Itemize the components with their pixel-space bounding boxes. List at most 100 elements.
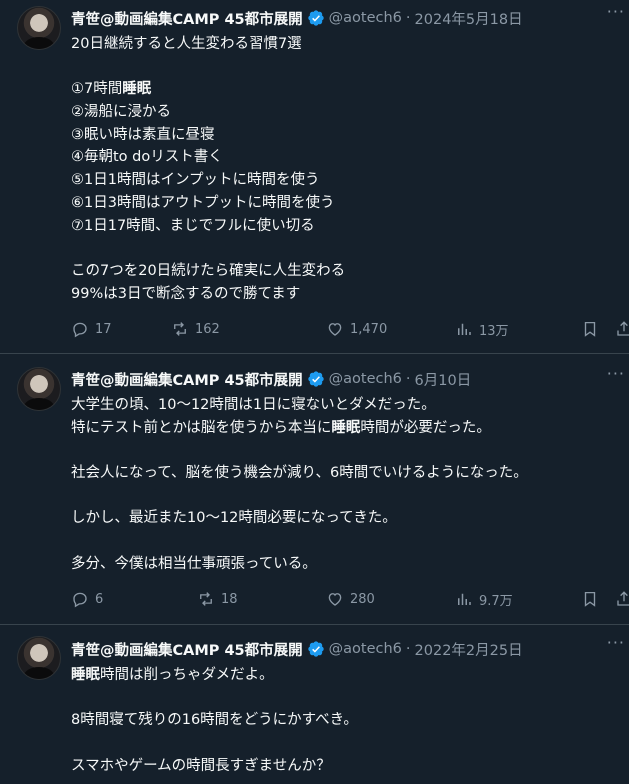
- text-segment: この7つを20日続けたら確実に人生変わる: [71, 262, 346, 279]
- text-segment: しかし、最近また10〜12時間必要になってきた。: [71, 510, 397, 527]
- author-handle[interactable]: @aotech6: [329, 10, 402, 26]
- reply-button[interactable]: 6: [71, 590, 103, 608]
- share-button[interactable]: [615, 590, 629, 608]
- more-icon[interactable]: ···: [607, 633, 625, 652]
- like-count: 280: [350, 591, 375, 607]
- retweet-button[interactable]: 162: [171, 320, 220, 338]
- text-segment: 20日継続すると人生変わる習慣7選: [71, 36, 302, 52]
- like-button[interactable]: 280: [326, 590, 375, 608]
- views-icon: [458, 593, 471, 605]
- text-line: 大学生の頃、10〜12時間は1日に寝ないとダメだった。: [71, 394, 616, 417]
- text-segment: ③眠い時は素直に昼寝: [71, 126, 215, 143]
- tweet[interactable]: 青笹@動画編集CAMP 45都市展開 @aotech6 · 2024年5月18日…: [0, 0, 629, 354]
- text-line: 睡眠時間は削っちゃダメだよ。: [71, 664, 616, 687]
- text-segment: ⑥1日3時間はアウトプットに時間を使う: [71, 194, 335, 211]
- text-line: 社会人になって、脳を使う機会が減り、6時間でいけるようになった。: [71, 462, 616, 485]
- reply-count: 6: [95, 591, 104, 607]
- verified-badge-icon: [307, 371, 324, 387]
- text-line: スマホやゲームの時間長すぎませんか？: [71, 755, 616, 778]
- verified-badge-icon: [307, 641, 324, 657]
- text-segment: ④毎朝to doリスト書く: [71, 149, 223, 166]
- bookmark-button[interactable]: [581, 590, 599, 608]
- avatar[interactable]: [17, 367, 61, 411]
- text-line: 20日継続すると人生変わる習慣7選: [71, 33, 616, 56]
- verified-badge-icon: [307, 10, 324, 26]
- tweet-text: 20日継続すると人生変わる習慣7選 ①7時間睡眠 ②湯船に浸かる ③眠い時は素直…: [71, 33, 616, 305]
- share-icon: [617, 321, 629, 336]
- like-icon: [328, 593, 342, 606]
- text-segment: 社会人になって、脳を使う機会が減り、6時間でいけるようになった。: [71, 465, 528, 482]
- views-button[interactable]: 13万: [455, 320, 509, 339]
- views-count: 9.7万: [479, 593, 513, 609]
- text-line: 8時間寝て残りの16時間をどうにかすべき。: [71, 709, 616, 732]
- views-button[interactable]: 9.7万: [455, 590, 513, 609]
- text-segment: スマホやゲームの時間長すぎませんか？: [71, 757, 331, 774]
- views-icon: [458, 323, 471, 335]
- text-segment: 大学生の頃、10〜12時間は1日に寝ないとダメだった。: [71, 397, 436, 413]
- timeline: 青笹@動画編集CAMP 45都市展開 @aotech6 · 2024年5月18日…: [0, 0, 629, 784]
- share-button[interactable]: [615, 320, 629, 338]
- text-segment: ⑤1日1時間はインプットに時間を使う: [71, 172, 320, 189]
- highlight-text: 睡眠: [71, 667, 100, 683]
- text-segment: 多分、今僕は相当仕事頑張っている。: [71, 555, 317, 572]
- text-line: 99%は3日で断念するので勝てます: [71, 283, 616, 306]
- bookmark-icon: [584, 591, 596, 607]
- tweet-header: 青笹@動画編集CAMP 45都市展開 @aotech6 · 2022年2月25日: [71, 639, 523, 659]
- tweet-header: 青笹@動画編集CAMP 45都市展開 @aotech6 · 2024年5月18日: [71, 8, 523, 28]
- text-line: ②湯船に浸かる: [71, 101, 616, 124]
- text-line: ⑥1日3時間はアウトプットに時間を使う: [71, 192, 616, 215]
- text-line: この7つを20日続けたら確実に人生変わる: [71, 260, 616, 283]
- highlight-text: 睡眠: [122, 81, 152, 98]
- reply-icon: [73, 592, 87, 608]
- text-segment: ①7時間: [71, 81, 123, 98]
- text-line: ③眠い時は素直に昼寝: [71, 124, 616, 147]
- bookmark-icon: [584, 321, 596, 337]
- avatar[interactable]: [17, 636, 61, 680]
- text-line: しかし、最近また10〜12時間必要になってきた。: [71, 507, 616, 530]
- tweet[interactable]: 青笹@動画編集CAMP 45都市展開 @aotech6 · 6月10日 ··· …: [0, 354, 629, 625]
- text-line: 多分、今僕は相当仕事頑張っている。: [71, 553, 616, 576]
- tweet-date[interactable]: 2024年5月18日: [415, 8, 523, 29]
- author-handle[interactable]: @aotech6: [329, 641, 402, 657]
- text-segment: 時間が必要だった。: [360, 419, 491, 436]
- retweet-icon: [200, 592, 212, 606]
- like-button[interactable]: 1,470: [326, 320, 387, 338]
- retweet-icon: [174, 322, 186, 336]
- tweet-text: 大学生の頃、10〜12時間は1日に寝ないとダメだった。 特にテスト前とかは脳を使…: [71, 394, 616, 576]
- tweet[interactable]: 青笹@動画編集CAMP 45都市展開 @aotech6 · 2022年2月25日…: [0, 625, 629, 784]
- more-icon[interactable]: ···: [607, 2, 625, 21]
- action-bar: 17 162 1,470 13万: [71, 319, 629, 339]
- retweet-count: 18: [221, 591, 238, 607]
- text-line: 特にテスト前とかは脳を使うから本当に睡眠時間が必要だった。: [71, 417, 616, 440]
- like-icon: [328, 323, 342, 336]
- tweet-date[interactable]: 6月10日: [415, 369, 472, 390]
- text-segment: ⑦1日17時間、まじでフルに使い切る: [71, 217, 315, 234]
- reply-button[interactable]: 17: [71, 320, 112, 338]
- reply-count: 17: [95, 321, 112, 337]
- reply-icon: [73, 322, 87, 338]
- author-name[interactable]: 青笹@動画編集CAMP 45都市展開: [71, 369, 303, 390]
- text-line: ①7時間睡眠: [71, 78, 616, 101]
- bookmark-button[interactable]: [581, 320, 599, 338]
- retweet-count: 162: [195, 321, 220, 337]
- text-line: ⑦1日17時間、まじでフルに使い切る: [71, 215, 616, 238]
- author-name[interactable]: 青笹@動画編集CAMP 45都市展開: [71, 639, 303, 660]
- avatar[interactable]: [17, 6, 61, 50]
- text-segment: 特にテスト前とかは脳を使うから本当に: [71, 419, 332, 436]
- separator: ·: [405, 10, 411, 26]
- author-name[interactable]: 青笹@動画編集CAMP 45都市展開: [71, 8, 303, 29]
- retweet-button[interactable]: 18: [197, 590, 238, 608]
- separator: ·: [405, 371, 411, 387]
- tweet-header: 青笹@動画編集CAMP 45都市展開 @aotech6 · 6月10日: [71, 369, 471, 389]
- views-count: 13万: [479, 323, 509, 339]
- text-line: ④毎朝to doリスト書く: [71, 146, 616, 169]
- text-segment: 時間は削っちゃダメだよ。: [100, 667, 274, 683]
- text-segment: ②湯船に浸かる: [71, 104, 171, 121]
- text-segment: 99%は3日で断念するので勝てます: [71, 285, 301, 302]
- like-count: 1,470: [350, 321, 388, 337]
- text-segment: 8時間寝て残りの16時間をどうにかすべき。: [71, 712, 358, 729]
- author-handle[interactable]: @aotech6: [329, 371, 402, 387]
- highlight-text: 睡眠: [331, 419, 361, 436]
- more-icon[interactable]: ···: [607, 364, 625, 383]
- tweet-date[interactable]: 2022年2月25日: [415, 639, 523, 660]
